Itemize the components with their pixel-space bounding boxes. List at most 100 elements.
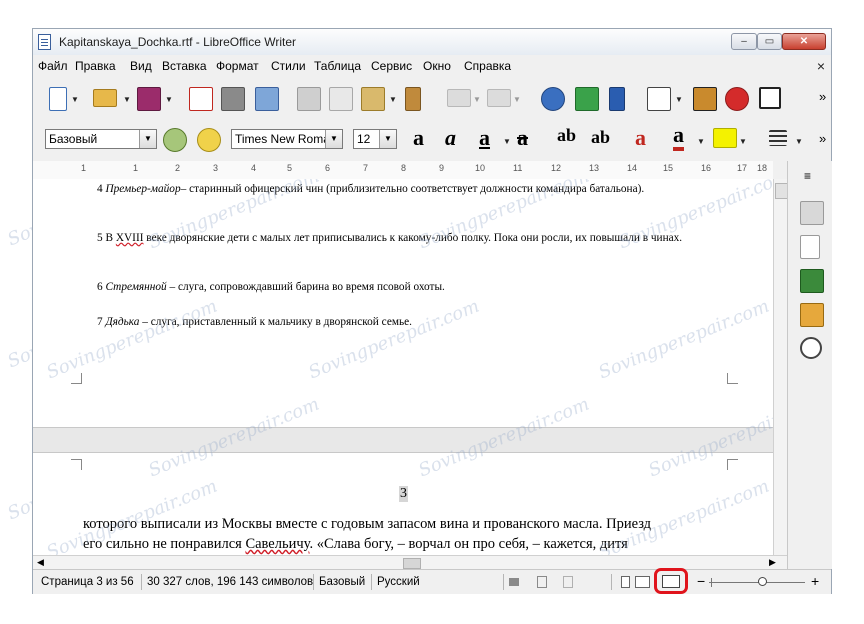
footnote-number: 4 bbox=[97, 183, 103, 195]
toolbar-overflow-icon[interactable]: » bbox=[819, 131, 826, 146]
underline-button[interactable]: a bbox=[479, 125, 490, 151]
navigator-icon[interactable] bbox=[800, 337, 822, 359]
toolbar-overflow-icon[interactable]: » bbox=[819, 89, 826, 104]
zoom-slider[interactable] bbox=[709, 582, 805, 583]
properties-icon[interactable] bbox=[800, 201, 824, 225]
chevron-down-icon[interactable]: ▼ bbox=[379, 130, 396, 148]
underline-dropdown-icon[interactable]: ▼ bbox=[503, 137, 511, 146]
bold-button[interactable]: a bbox=[413, 125, 424, 151]
chevron-down-icon[interactable]: ▼ bbox=[139, 130, 156, 148]
menu-help[interactable]: Справка bbox=[464, 59, 511, 73]
footnote-term: Стремянной bbox=[105, 281, 167, 293]
word-count[interactable]: 30 327 слов, 196 143 символов bbox=[147, 576, 313, 588]
page-corner-mark bbox=[71, 373, 82, 384]
formatting-marks-icon[interactable] bbox=[609, 87, 625, 111]
italic-button[interactable]: a bbox=[445, 125, 456, 151]
ruler-tick: 10 bbox=[475, 163, 486, 173]
open-folder-icon[interactable] bbox=[93, 89, 117, 107]
menu-file[interactable]: Файл bbox=[38, 59, 68, 73]
gallery-icon[interactable] bbox=[800, 303, 824, 327]
status-divider bbox=[503, 574, 504, 590]
multi-page-view-icon[interactable] bbox=[635, 576, 650, 588]
redo-icon[interactable] bbox=[487, 89, 511, 107]
status-divider bbox=[371, 574, 372, 590]
font-name-combo[interactable]: Times New Roma ▼ bbox=[231, 129, 343, 149]
scroll-right-icon[interactable]: ▶ bbox=[769, 557, 776, 568]
strikethrough-button[interactable]: a bbox=[517, 125, 528, 151]
menu-styles[interactable]: Стили bbox=[271, 59, 306, 73]
close-window-button[interactable]: ✕ bbox=[782, 33, 826, 50]
menu-tools[interactable]: Сервис bbox=[371, 59, 412, 73]
new-document-icon[interactable] bbox=[49, 87, 67, 111]
document-modified-icon[interactable] bbox=[537, 576, 547, 588]
font-color-button[interactable]: a bbox=[673, 123, 684, 151]
close-document-icon[interactable]: × bbox=[817, 58, 825, 74]
minimize-button[interactable]: ‒ bbox=[731, 33, 757, 50]
paste-icon[interactable] bbox=[361, 87, 385, 111]
export-pdf-icon[interactable] bbox=[189, 87, 213, 111]
paragraph-style-combo[interactable]: Базовый ▼ bbox=[45, 129, 157, 149]
vertical-scrollbar[interactable] bbox=[773, 179, 788, 555]
ruler-tick: 17 bbox=[737, 163, 748, 173]
styles-icon[interactable] bbox=[800, 269, 824, 293]
copy-icon[interactable] bbox=[329, 87, 353, 111]
insert-textbox-icon[interactable] bbox=[759, 87, 781, 109]
highlight-color-icon[interactable] bbox=[713, 128, 737, 148]
chevron-down-icon[interactable]: ▼ bbox=[325, 130, 342, 148]
undo-icon[interactable] bbox=[447, 89, 471, 107]
print-icon[interactable] bbox=[221, 87, 245, 111]
list-icon[interactable] bbox=[769, 130, 787, 146]
page-style[interactable]: Базовый bbox=[319, 576, 365, 588]
save-icon[interactable] bbox=[137, 87, 161, 111]
scroll-left-icon[interactable]: ◀ bbox=[37, 557, 44, 568]
open-dropdown-icon[interactable]: ▼ bbox=[123, 95, 131, 104]
ruler-tick: 4 bbox=[251, 163, 257, 173]
digital-signature-icon[interactable] bbox=[563, 576, 573, 588]
paste-dropdown-icon[interactable]: ▼ bbox=[389, 95, 397, 104]
sidebar-menu-icon[interactable]: ≡ bbox=[804, 169, 811, 183]
zoom-slider-thumb[interactable] bbox=[757, 577, 767, 586]
menu-format[interactable]: Формат bbox=[216, 59, 259, 73]
cut-icon[interactable] bbox=[297, 87, 321, 111]
list-dropdown-icon[interactable]: ▼ bbox=[795, 137, 803, 146]
find-replace-icon[interactable] bbox=[541, 87, 565, 111]
print-preview-icon[interactable] bbox=[255, 87, 279, 111]
horizontal-ruler[interactable]: 1 1 2 3 4 5 6 7 8 9 10 11 12 13 14 15 16… bbox=[33, 161, 773, 180]
menu-view[interactable]: Вид bbox=[130, 59, 152, 73]
menu-insert[interactable]: Вставка bbox=[162, 59, 207, 73]
text-language[interactable]: Русский bbox=[377, 576, 420, 588]
undo-dropdown-icon[interactable]: ▼ bbox=[473, 95, 481, 104]
font-size-combo[interactable]: 12 ▼ bbox=[353, 129, 397, 149]
subscript-button[interactable]: ab bbox=[591, 127, 610, 148]
menu-table[interactable]: Таблица bbox=[314, 59, 361, 73]
page-icon[interactable] bbox=[800, 235, 820, 259]
redo-dropdown-icon[interactable]: ▼ bbox=[513, 95, 521, 104]
new-dropdown-icon[interactable]: ▼ bbox=[71, 95, 79, 104]
insert-mode-icon[interactable] bbox=[509, 578, 519, 586]
superscript-button[interactable]: ab bbox=[557, 125, 576, 146]
update-style-icon[interactable] bbox=[163, 128, 187, 152]
app-window: Kapitanskaya_Dochka.rtf - LibreOffice Wr… bbox=[32, 28, 832, 594]
save-dropdown-icon[interactable]: ▼ bbox=[165, 95, 173, 104]
status-divider bbox=[313, 574, 314, 590]
insert-chart-icon[interactable] bbox=[725, 87, 749, 111]
clone-formatting-icon[interactable] bbox=[405, 87, 421, 111]
menu-edit[interactable]: Правка bbox=[75, 59, 116, 73]
insert-image-icon[interactable] bbox=[693, 87, 717, 111]
highlight-dropdown-icon[interactable]: ▼ bbox=[739, 137, 747, 146]
footnote-number: 5 bbox=[97, 232, 103, 244]
scroll-thumb[interactable] bbox=[403, 558, 421, 569]
single-page-view-icon[interactable] bbox=[621, 576, 630, 588]
maximize-button[interactable]: ▭ bbox=[757, 33, 782, 50]
insert-table-icon[interactable] bbox=[647, 87, 671, 111]
menu-window[interactable]: Окно bbox=[423, 59, 451, 73]
page-count[interactable]: Страница 3 из 56 bbox=[41, 576, 134, 588]
new-style-icon[interactable] bbox=[197, 128, 221, 152]
clear-formatting-button[interactable]: a bbox=[635, 125, 646, 151]
zoom-in-button[interactable]: + bbox=[811, 573, 819, 589]
table-dropdown-icon[interactable]: ▼ bbox=[675, 95, 683, 104]
font-color-dropdown-icon[interactable]: ▼ bbox=[697, 137, 705, 146]
zoom-out-button[interactable]: − bbox=[697, 573, 705, 589]
spelling-icon[interactable] bbox=[575, 87, 599, 111]
document-area[interactable]: 4 Премьер-майор– старинный офицерский чи… bbox=[33, 179, 773, 555]
